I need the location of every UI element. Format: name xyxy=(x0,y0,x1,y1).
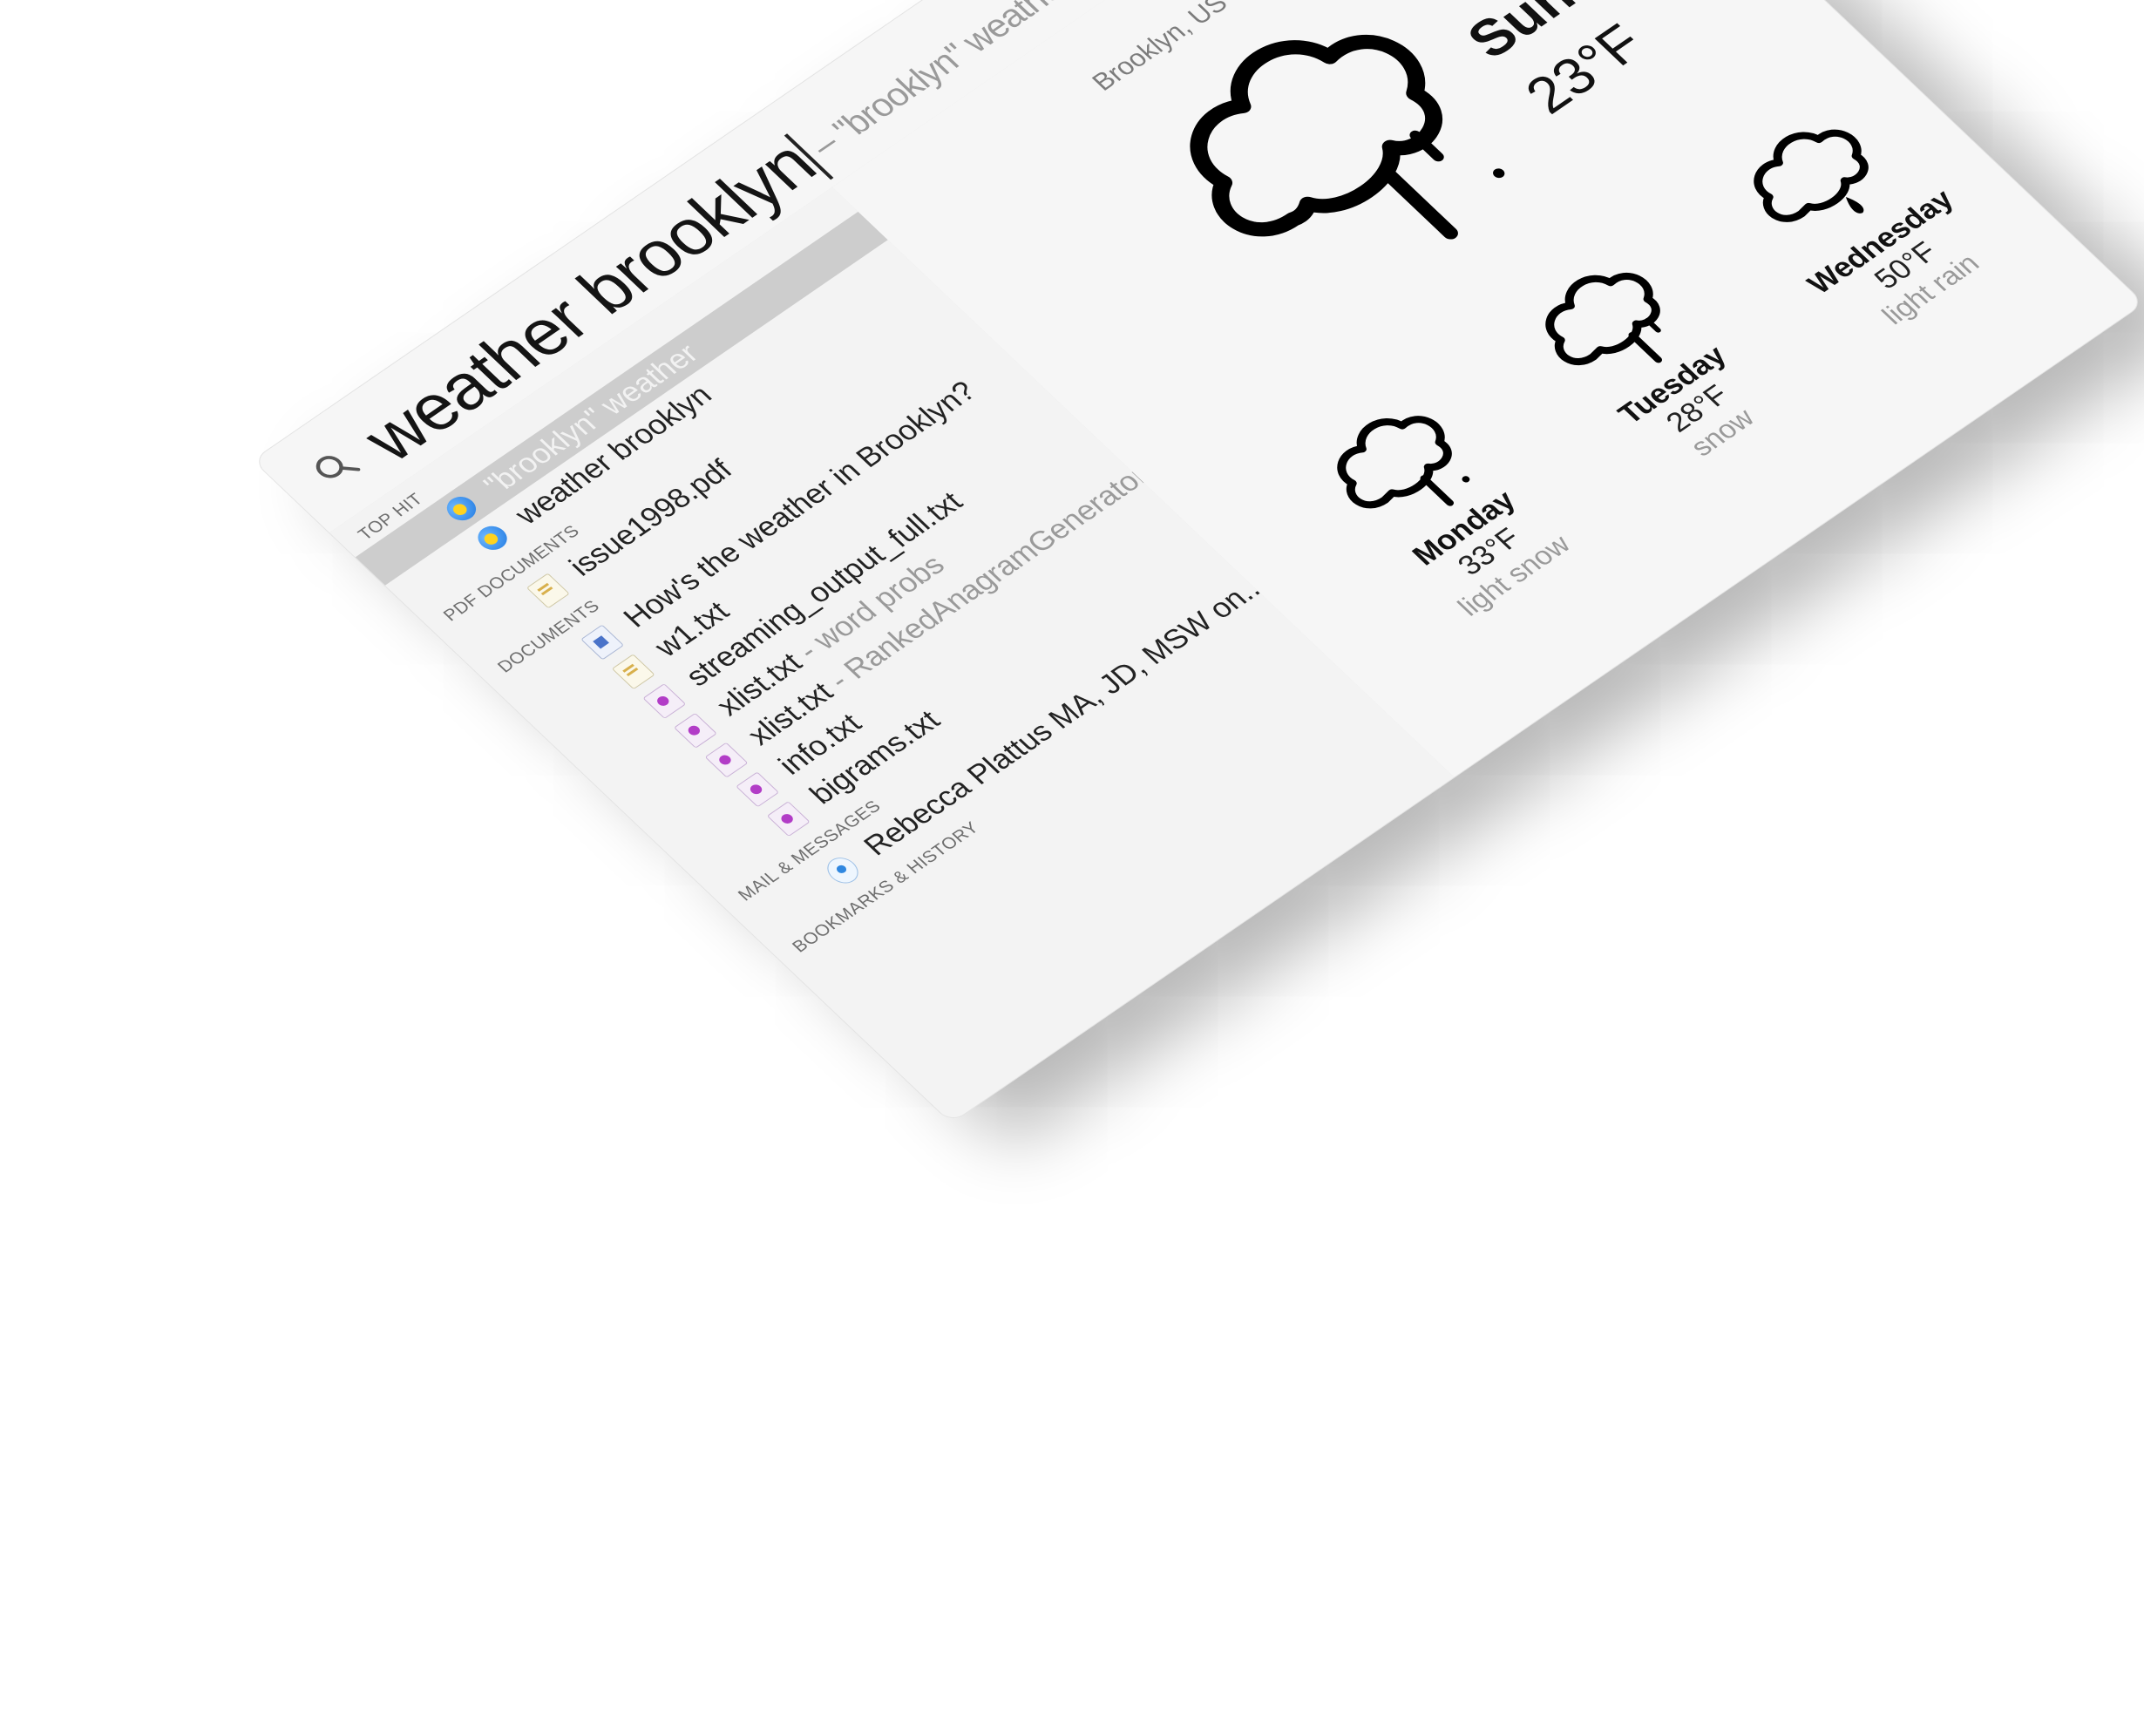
search-icon xyxy=(315,456,361,478)
weather-icon xyxy=(472,521,513,555)
pdf-file-icon xyxy=(526,573,570,609)
weather-icon xyxy=(440,492,482,526)
mail-icon xyxy=(821,852,865,889)
spotlight-window: weather brooklyn– "brooklyn" weather Top… xyxy=(252,0,2144,1124)
text-file-icon xyxy=(766,801,811,837)
